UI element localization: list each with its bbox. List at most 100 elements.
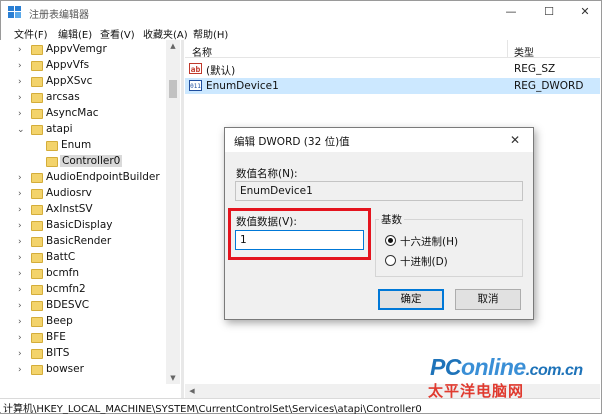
expand-arrow-icon[interactable]: › xyxy=(18,76,26,88)
folder-icon xyxy=(31,237,43,247)
expand-arrow-icon[interactable]: › xyxy=(18,252,26,264)
tree-item-label: bcmfn2 xyxy=(46,283,86,295)
expand-arrow-icon[interactable]: › xyxy=(18,44,26,56)
tree-item-label: bcmfn xyxy=(46,267,80,279)
value-row-default[interactable]: ab (默认) REG_SZ xyxy=(185,61,600,77)
ok-button[interactable]: 确定 xyxy=(378,289,444,310)
folder-icon xyxy=(31,221,43,231)
tree-item-label: BFE xyxy=(46,331,66,343)
pane-splitter[interactable] xyxy=(181,40,184,398)
tree-item-bdesvc[interactable]: › BDESVC xyxy=(0,298,166,314)
folder-icon xyxy=(31,269,43,279)
cancel-button[interactable]: 取消 xyxy=(455,289,521,310)
value-name-label: 数值名称(N): xyxy=(236,168,298,180)
maximize-button[interactable]: ☐ xyxy=(531,1,567,23)
tree-item-label: Beep xyxy=(46,315,73,327)
tree-item-axinstsv[interactable]: › AxInstSV xyxy=(0,202,166,218)
folder-icon xyxy=(31,93,43,103)
tree-item-label: BITS xyxy=(46,347,70,359)
tree-item-appxsvc[interactable]: › AppXSvc xyxy=(0,74,166,90)
registry-key-tree[interactable]: › AppvVemgr › AppvVfs › AppXSvc › arcsas… xyxy=(0,40,181,398)
menu-file[interactable]: 文件(F) xyxy=(14,26,48,41)
tree-item-label: AppvVfs xyxy=(46,59,90,71)
radio-hexadecimal-label[interactable]: 十六进制(H) xyxy=(400,234,458,249)
expand-arrow-icon[interactable]: › xyxy=(18,236,26,248)
expand-arrow-icon[interactable]: › xyxy=(18,300,26,312)
expand-arrow-icon[interactable]: › xyxy=(18,316,26,328)
tree-item-basicdisplay[interactable]: › BasicDisplay xyxy=(0,218,166,234)
tree-item-bcmfn[interactable]: › bcmfn xyxy=(0,266,166,282)
expand-arrow-icon[interactable]: › xyxy=(18,364,26,376)
tree-vertical-scrollbar[interactable]: ▲ ▼ xyxy=(166,40,180,384)
folder-icon xyxy=(31,45,43,55)
base-label: 基数 xyxy=(379,212,404,227)
tree-item-atapi[interactable]: ⌄ atapi xyxy=(0,122,166,138)
menu-edit[interactable]: 编辑(E) xyxy=(58,26,92,41)
expand-arrow-icon[interactable]: › xyxy=(18,60,26,72)
tree-item-bowser[interactable]: › bowser xyxy=(0,362,166,378)
dialog-close-button[interactable]: ✕ xyxy=(503,130,527,150)
value-name: (默认) xyxy=(206,65,236,77)
folder-icon xyxy=(46,141,58,151)
tree-item-controller0[interactable]: Controller0 xyxy=(0,154,166,170)
tree-item-bcmfn2[interactable]: › bcmfn2 xyxy=(0,282,166,298)
scroll-thumb[interactable] xyxy=(169,80,177,98)
scroll-down-arrow-icon[interactable]: ▼ xyxy=(166,372,180,384)
expand-arrow-icon[interactable]: › xyxy=(18,332,26,344)
minimize-button[interactable]: — xyxy=(493,1,529,23)
folder-icon xyxy=(31,333,43,343)
tree-item-audiosrv[interactable]: › Audiosrv xyxy=(0,186,166,202)
tree-item-label: BattC xyxy=(46,251,76,263)
tree-item-label: atapi xyxy=(46,123,73,135)
menu-help[interactable]: 帮助(H) xyxy=(193,26,228,41)
expand-arrow-icon[interactable]: › xyxy=(18,92,26,104)
menu-view[interactable]: 查看(V) xyxy=(100,26,135,41)
radio-selected-icon[interactable] xyxy=(385,235,396,246)
value-type: REG_DWORD xyxy=(514,80,584,92)
radio-unselected-icon[interactable] xyxy=(385,255,396,266)
pconline-chinese-name: 太平洋电脑网 xyxy=(428,382,525,400)
folder-icon xyxy=(31,285,43,295)
expand-arrow-icon[interactable]: › xyxy=(18,284,26,296)
tree-item-basicrender[interactable]: › BasicRender xyxy=(0,234,166,250)
tree-item-label: AxInstSV xyxy=(46,203,93,215)
regedit-app-icon xyxy=(8,6,21,18)
expand-arrow-icon[interactable]: › xyxy=(18,220,26,232)
scroll-left-arrow-icon[interactable]: ◀ xyxy=(185,384,199,398)
tree-item-beep[interactable]: › Beep xyxy=(0,314,166,330)
tree-item-label: Controller0 xyxy=(60,155,123,167)
column-divider[interactable] xyxy=(507,40,508,58)
tree-item-label: Audiosrv xyxy=(46,187,92,199)
menu-favorites[interactable]: 收藏夹(A) xyxy=(143,26,188,41)
value-row-enumdevice1[interactable]: 011 EnumDevice1 REG_DWORD xyxy=(185,78,600,94)
close-button[interactable]: ✕ xyxy=(567,1,602,23)
expand-arrow-icon[interactable]: › xyxy=(18,108,26,120)
column-header-name[interactable]: 名称 xyxy=(192,44,212,59)
radio-decimal-label[interactable]: 十进制(D) xyxy=(400,254,448,269)
tree-item-asyncmac[interactable]: › AsyncMac xyxy=(0,106,166,122)
folder-icon xyxy=(31,317,43,327)
expand-arrow-icon[interactable]: › xyxy=(18,172,26,184)
expand-arrow-icon[interactable]: › xyxy=(18,348,26,360)
expand-arrow-icon[interactable]: › xyxy=(18,268,26,280)
tree-item-arcsas[interactable]: › arcsas xyxy=(0,90,166,106)
column-header-type[interactable]: 类型 xyxy=(514,44,534,59)
tree-item-bfe[interactable]: › BFE xyxy=(0,330,166,346)
tree-item-appvvemgr[interactable]: › AppvVemgr xyxy=(0,42,166,58)
tree-item-bits[interactable]: › BITS xyxy=(0,346,166,362)
folder-icon xyxy=(31,205,43,215)
folder-icon xyxy=(31,109,43,119)
tree-item-audioendpointbuilder[interactable]: › AudioEndpointBuilder xyxy=(0,170,166,186)
scroll-up-arrow-icon[interactable]: ▲ xyxy=(166,40,180,52)
expand-arrow-icon[interactable]: › xyxy=(18,188,26,200)
tree-item-label: BasicDisplay xyxy=(46,219,113,231)
red-highlight-annotation xyxy=(228,208,371,260)
expand-arrow-icon[interactable]: › xyxy=(18,204,26,216)
collapse-arrow-icon[interactable]: ⌄ xyxy=(17,124,25,136)
value-name-field: EnumDevice1 xyxy=(235,181,523,201)
window-title: 注册表编辑器 xyxy=(29,10,89,21)
title-bar: 注册表编辑器 — ☐ ✕ xyxy=(1,1,601,23)
tree-item-enum[interactable]: Enum xyxy=(0,138,166,154)
tree-item-appvvfs[interactable]: › AppvVfs xyxy=(0,58,166,74)
tree-item-battc[interactable]: › BattC xyxy=(0,250,166,266)
